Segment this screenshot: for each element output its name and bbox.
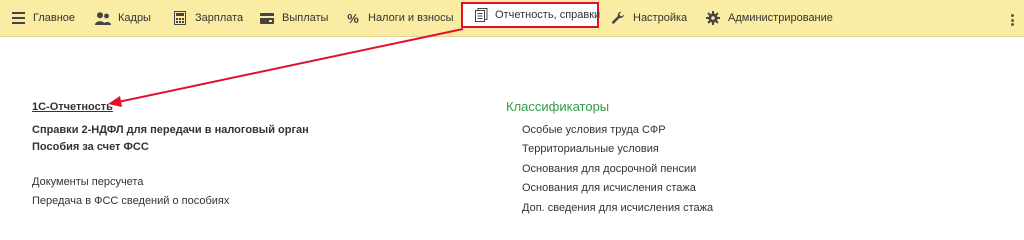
link-territorial-conditions[interactable]: Территориальные условия xyxy=(522,143,659,155)
link-fss-benefits-transfer[interactable]: Передача в ФСС сведений о пособиях xyxy=(32,195,229,207)
menu-icon xyxy=(10,10,26,26)
nav-item-administration[interactable]: Администрирование xyxy=(705,0,833,36)
link-fss-benefits[interactable]: Пособия за счет ФСС xyxy=(32,141,149,153)
nav-item-payments[interactable]: Выплаты xyxy=(259,0,328,36)
vertical-dots-icon[interactable] xyxy=(1011,14,1014,26)
nav-item-label: Кадры xyxy=(118,12,151,24)
people-icon xyxy=(95,10,111,26)
link-seniority-grounds[interactable]: Основания для исчисления стажа xyxy=(522,182,696,194)
wrench-icon xyxy=(610,10,626,26)
nav-item-label: Отчетность, справки xyxy=(495,9,601,21)
classifiers-section-title: Классификаторы xyxy=(506,99,610,114)
nav-item-main[interactable]: Главное xyxy=(10,0,75,36)
nav-item-salary[interactable]: Зарплата xyxy=(172,0,243,36)
nav-item-label: Главное xyxy=(33,12,76,24)
link-early-pension-grounds[interactable]: Основания для досрочной пенсии xyxy=(522,163,696,175)
nav-item-reports[interactable]: Отчетность, справки xyxy=(461,2,601,28)
link-personal-records-docs[interactable]: Документы персучета xyxy=(32,176,143,188)
nav-item-taxes[interactable]: % Налоги и взносы xyxy=(345,0,454,36)
reports-icon xyxy=(475,7,488,23)
link-seniority-extra-info[interactable]: Доп. сведения для исчисления стажа xyxy=(522,202,713,214)
link-2ndfl-certificates[interactable]: Справки 2-НДФЛ для передачи в налоговый … xyxy=(32,124,309,136)
nav-item-label: Выплаты xyxy=(282,12,329,24)
nav-item-hr[interactable]: Кадры xyxy=(95,0,151,36)
gear-icon xyxy=(705,10,721,26)
nav-item-label: Администрирование xyxy=(728,12,833,24)
nav-item-label: Настройка xyxy=(633,12,688,24)
nav-item-settings[interactable]: Настройка xyxy=(610,0,687,36)
percent-icon: % xyxy=(347,10,359,26)
calculator-icon xyxy=(172,10,188,26)
link-special-work-conditions[interactable]: Особые условия труда СФР xyxy=(522,124,666,136)
wallet-icon xyxy=(259,10,275,26)
top-nav-bar: Главное Кадры Зарплата Выплаты % Налоги … xyxy=(0,0,1024,37)
nav-item-label: Зарплата xyxy=(195,12,244,24)
link-1c-reporting[interactable]: 1С-Отчетность xyxy=(32,101,113,113)
nav-item-label: Налоги и взносы xyxy=(368,12,454,24)
